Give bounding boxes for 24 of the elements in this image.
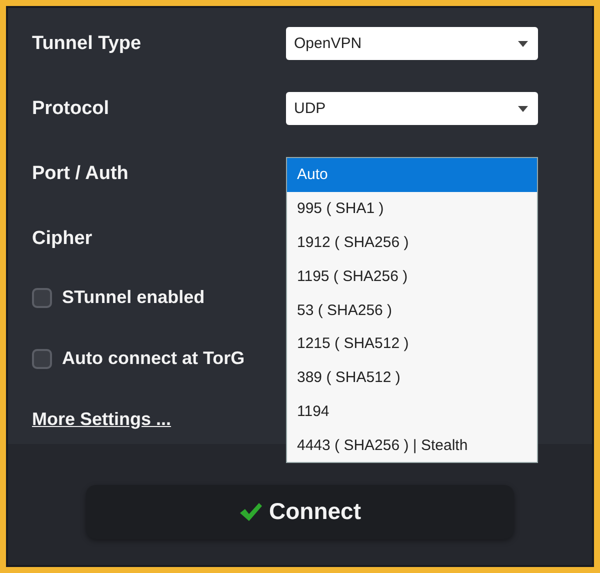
checkbox[interactable] [32,288,52,308]
field-label: Port / Auth [32,162,128,184]
dropdown-option[interactable]: 1194 [287,394,537,428]
dropdown-option[interactable]: 1195 ( SHA256 ) [287,259,537,294]
dropdown-option[interactable]: Auto [287,158,537,192]
dropdown-option[interactable]: 53 ( SHA256 ) [287,293,537,327]
checkbox-label: STunnel enabled [62,287,205,308]
checkbox-label: Auto connect at TorG [62,348,245,369]
connect-button[interactable]: Connect [86,484,514,538]
dropdown[interactable]: OpenVPN [286,27,538,60]
field-label: Protocol [32,98,110,120]
dropdown-option[interactable]: 389 ( SHA512 ) [287,360,537,395]
dropdown-option[interactable]: 995 ( SHA1 ) [287,192,537,226]
checkbox[interactable] [32,348,52,368]
dropdown-option[interactable]: 1215 ( SHA512 ) [287,326,537,361]
caret-icon [518,40,528,46]
dropdown-option[interactable]: 1912 ( SHA256 ) [287,226,537,260]
dropdown[interactable]: UDP [286,92,538,125]
more-settings-link[interactable]: More Settings ... [32,408,172,430]
caret-icon [518,106,528,112]
field-label: Tunnel Type [32,32,142,54]
dropdown-option[interactable]: 4443 ( SHA256 ) | Stealth [287,428,537,462]
check-icon [239,502,263,522]
field-label: Cipher [32,228,92,250]
